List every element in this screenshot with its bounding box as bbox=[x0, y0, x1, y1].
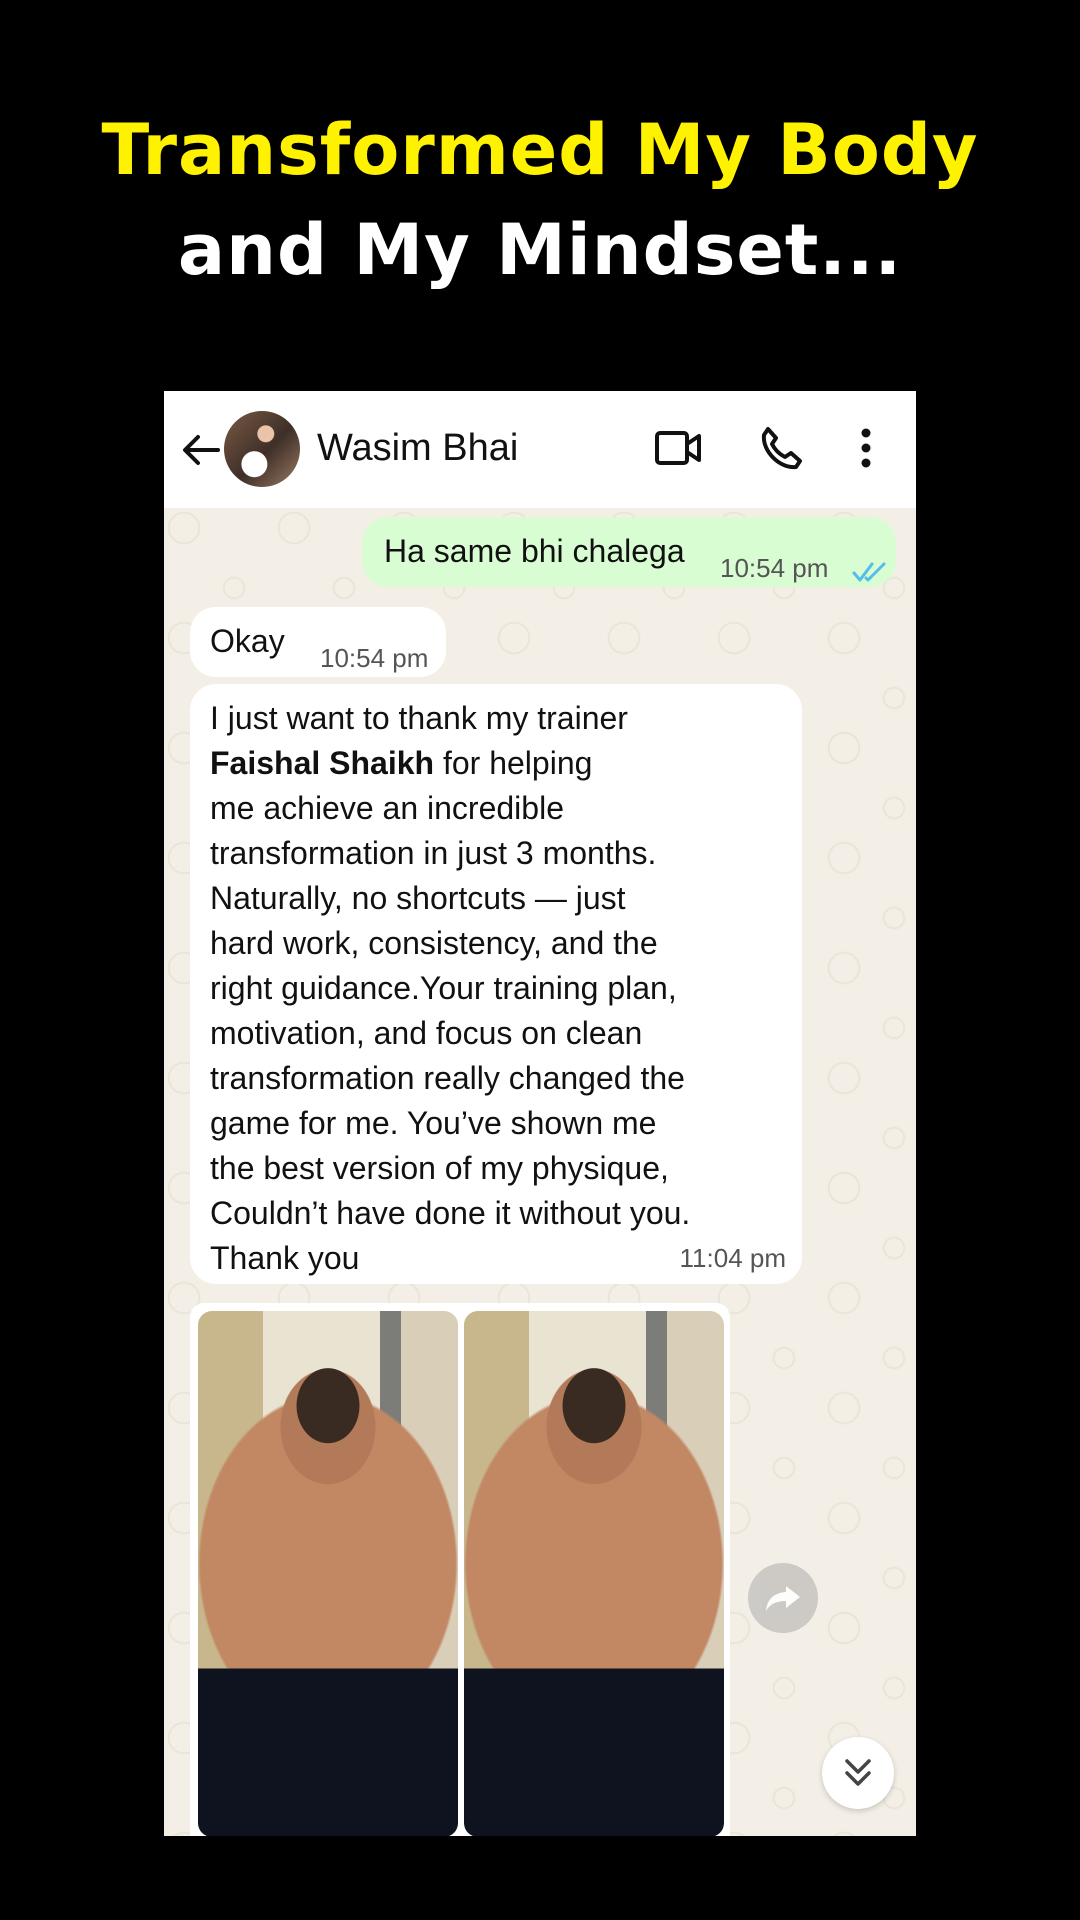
message-time: 11:04 pm bbox=[679, 1243, 786, 1273]
chat-screen: Wasim Bhai Ha same bhi chalega 10:54 pm … bbox=[164, 391, 916, 1836]
chat-header: Wasim Bhai bbox=[164, 391, 916, 508]
photo-album bbox=[190, 1303, 730, 1836]
headline: Transformed My Body and My Mindset... bbox=[0, 100, 1080, 300]
scroll-down-button[interactable] bbox=[822, 1737, 894, 1809]
phone-icon[interactable] bbox=[758, 425, 804, 476]
scroll-down-icon bbox=[845, 1759, 871, 1786]
outgoing-message[interactable]: Ha same bhi chalega 10:54 pm bbox=[362, 517, 896, 587]
incoming-message[interactable]: Okay 10:54 pm bbox=[190, 607, 446, 677]
headline-line-2: and My Mindset... bbox=[177, 209, 903, 291]
forward-button[interactable] bbox=[748, 1563, 818, 1633]
trainer-name: Faishal Shaikh bbox=[210, 745, 435, 781]
double-check-icon bbox=[852, 555, 888, 592]
back-arrow-icon[interactable] bbox=[178, 427, 228, 473]
transformation-photo-2[interactable] bbox=[464, 1311, 724, 1836]
contact-name[interactable]: Wasim Bhai bbox=[317, 427, 518, 470]
headline-line-1: Transformed My Body bbox=[101, 109, 979, 191]
message-time: 10:54 pm bbox=[320, 643, 429, 673]
video-call-icon[interactable] bbox=[654, 425, 704, 476]
message-text: I just want to thank my trainer Faishal … bbox=[210, 700, 691, 1276]
contact-avatar[interactable] bbox=[224, 411, 300, 487]
message-text: Okay bbox=[210, 623, 285, 659]
more-options-icon[interactable] bbox=[858, 425, 874, 476]
message-time: 10:54 pm bbox=[720, 553, 829, 583]
message-text: Ha same bhi chalega bbox=[384, 533, 685, 569]
incoming-message-long[interactable]: I just want to thank my trainer Faishal … bbox=[190, 684, 802, 1284]
transformation-photo-1[interactable] bbox=[198, 1311, 458, 1836]
forward-icon bbox=[766, 1586, 800, 1611]
